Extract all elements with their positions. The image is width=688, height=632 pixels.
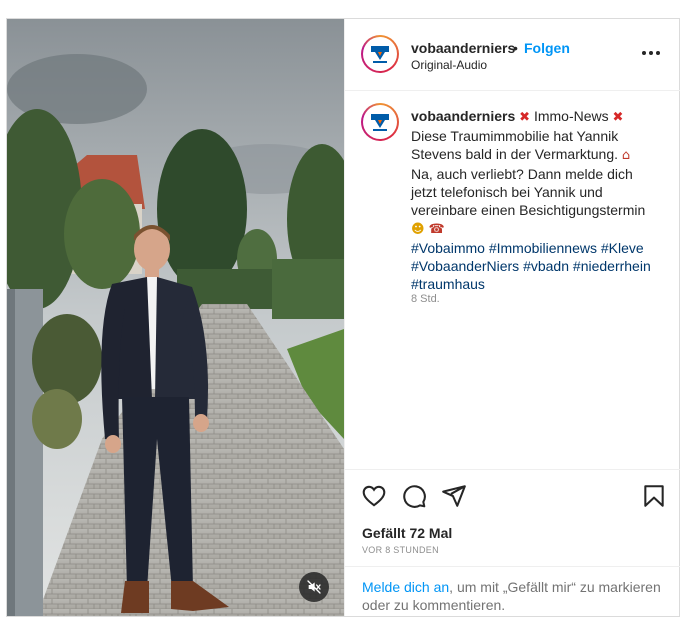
- post-video[interactable]: [7, 19, 344, 616]
- audio-label[interactable]: Original-Audio: [411, 58, 487, 72]
- vbadn-logo: [365, 107, 395, 137]
- comment-icon: [403, 485, 426, 508]
- heart-eyes-emoji-icon: ☻: [411, 222, 425, 237]
- instagram-post: vobaanderniers • Folgen Original-Audio v…: [6, 18, 680, 617]
- divider: [345, 469, 680, 470]
- comment-button[interactable]: [401, 483, 427, 509]
- hashtag-link[interactable]: #Kleve: [601, 240, 644, 256]
- speaker-muted-icon: [307, 580, 321, 594]
- share-icon: [442, 485, 466, 507]
- login-link[interactable]: Melde dich an: [362, 579, 449, 595]
- like-count[interactable]: Gefällt 72 Mal: [362, 525, 452, 541]
- caption-line: vereinbare einen Besichtigungstermin: [411, 202, 646, 218]
- caption-line: Immo-News: [533, 108, 609, 124]
- divider: [345, 566, 680, 567]
- caption-line: jetzt telefonisch bei Yannik und: [411, 184, 603, 200]
- video-frame: [7, 19, 344, 616]
- hashtag-link[interactable]: #niederrhein: [573, 258, 651, 274]
- cross-mark-icon: ✖: [519, 110, 531, 125]
- save-button[interactable]: [641, 483, 667, 509]
- post-age[interactable]: VOR 8 STUNDEN: [362, 545, 439, 555]
- vbadn-logo: [365, 39, 395, 69]
- follow-button[interactable]: Folgen: [524, 40, 570, 56]
- heart-icon: [362, 485, 386, 507]
- telephone-icon: ☎: [428, 222, 445, 237]
- mute-button[interactable]: [299, 572, 329, 602]
- caption-avatar[interactable]: [361, 103, 399, 141]
- post-caption: vobaanderniers ✖ Immo-News ✖ Diese Traum…: [411, 107, 666, 293]
- hashtag-link[interactable]: #traumhaus: [411, 276, 485, 292]
- more-dot-icon: [649, 51, 653, 55]
- caption-timestamp[interactable]: 8 Std.: [411, 293, 440, 305]
- caption-line: Na, auch verliebt? Dann melde dich: [411, 166, 633, 182]
- hashtag-link[interactable]: #Immobiliennews: [489, 240, 597, 256]
- hashtag-link[interactable]: #vbadn: [523, 258, 569, 274]
- share-button[interactable]: [441, 483, 467, 509]
- hashtag-link[interactable]: #Vobaimmo: [411, 240, 485, 256]
- login-prompt: Melde dich an, um mit „Gefällt mir“ zu m…: [362, 578, 672, 614]
- action-bar: [345, 471, 680, 521]
- header-username[interactable]: vobaanderniers: [411, 40, 515, 56]
- avatar[interactable]: [361, 35, 399, 73]
- bookmark-icon: [644, 485, 664, 507]
- caption-line: Stevens bald in der Vermarktung.: [411, 146, 619, 162]
- cross-mark-icon: ✖: [612, 110, 624, 125]
- caption-username[interactable]: vobaanderniers: [411, 108, 515, 124]
- caption-line: Diese Traumimmobilie hat Yannik: [411, 128, 619, 144]
- post-header: vobaanderniers • Folgen Original-Audio: [345, 19, 680, 91]
- house-icon: ⌂: [621, 148, 631, 163]
- more-dot-icon: [656, 51, 660, 55]
- like-button[interactable]: [361, 483, 387, 509]
- more-options-button[interactable]: [639, 45, 663, 61]
- hashtag-link[interactable]: #VobaanderNiers: [411, 258, 519, 274]
- more-dot-icon: [642, 51, 646, 55]
- post-side-panel: vobaanderniers • Folgen Original-Audio v…: [344, 19, 680, 616]
- separator-dot: •: [513, 40, 518, 56]
